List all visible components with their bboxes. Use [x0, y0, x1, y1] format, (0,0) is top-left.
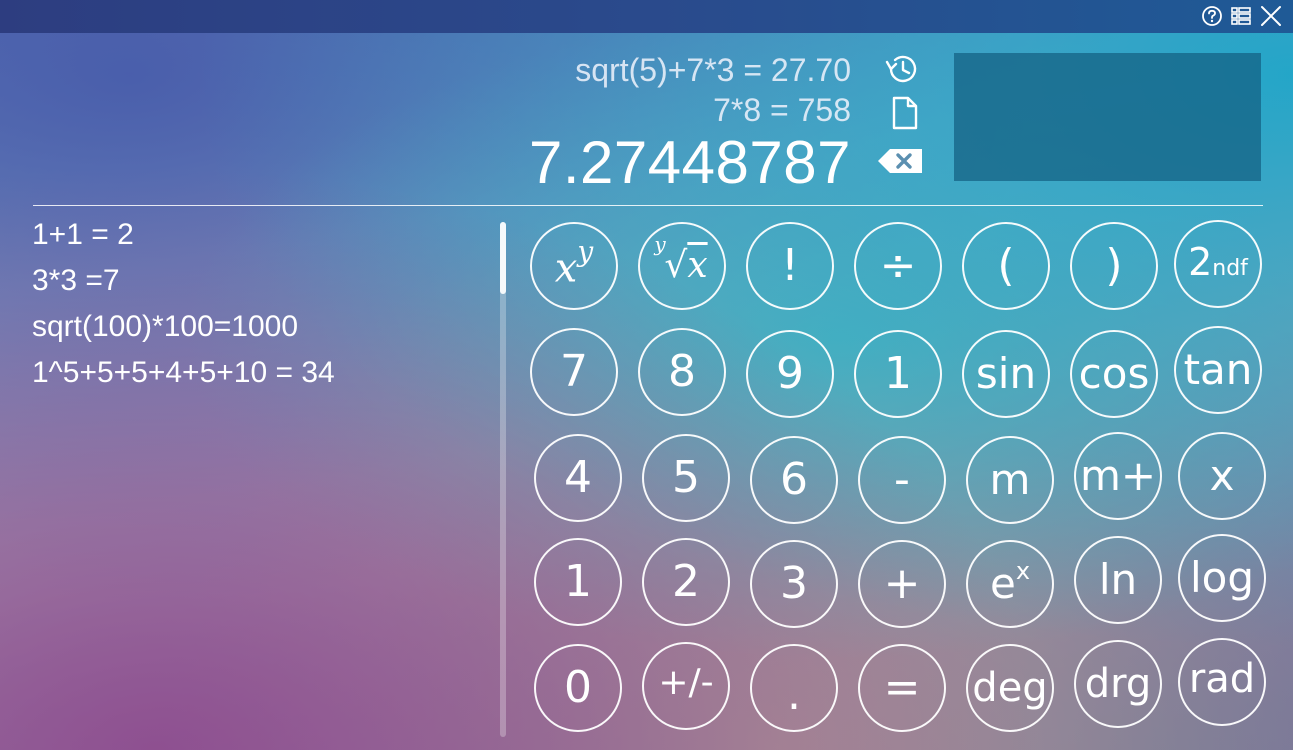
calculator-window: sqrt(5)+7*3 = 27.70 7*8 = 758 7.27448787… — [0, 0, 1293, 750]
close-icon[interactable] — [1260, 5, 1282, 27]
history-icon[interactable] — [884, 52, 922, 90]
key-memory[interactable]: m — [966, 436, 1054, 524]
key-drg[interactable]: drg — [1074, 640, 1162, 728]
key-plus-minus[interactable]: +/- — [642, 642, 730, 730]
key-6[interactable]: 6 — [750, 436, 838, 524]
key-degrees[interactable]: deg — [966, 644, 1054, 732]
history-line-1: sqrt(5)+7*3 = 27.70 — [575, 52, 851, 88]
key-power[interactable]: xy — [530, 222, 618, 310]
key-1-top[interactable]: 1 — [854, 330, 942, 418]
key-divide[interactable]: ÷ — [854, 222, 942, 310]
key-7[interactable]: 7 — [530, 328, 618, 416]
key-4[interactable]: 4 — [534, 434, 622, 522]
key-radians[interactable]: rad — [1178, 638, 1266, 726]
key-factorial[interactable]: ! — [746, 222, 834, 310]
key-ln[interactable]: ln — [1074, 536, 1162, 624]
backspace-icon[interactable] — [876, 145, 926, 181]
key-tan[interactable]: tan — [1174, 326, 1262, 414]
key-equals[interactable]: = — [858, 644, 946, 732]
key-cos[interactable]: cos — [1070, 330, 1158, 418]
calculation-tape: 1+1 = 2 3*3 =7 sqrt(100)*100=1000 1^5+5+… — [32, 212, 482, 396]
key-exponential[interactable]: ex — [966, 540, 1054, 628]
result-display: 7.27448787 — [529, 129, 851, 196]
key-decimal[interactable]: . — [750, 644, 838, 732]
display-divider — [33, 205, 1263, 206]
list-icon[interactable] — [1230, 5, 1252, 27]
key-1[interactable]: 1 — [534, 538, 622, 626]
key-minus[interactable]: - — [858, 436, 946, 524]
key-2[interactable]: 2 — [642, 538, 730, 626]
key-multiply[interactable]: x — [1178, 432, 1266, 520]
key-0[interactable]: 0 — [534, 644, 622, 732]
key-sin[interactable]: sin — [962, 330, 1050, 418]
key-log[interactable]: log — [1178, 534, 1266, 622]
key-plus[interactable]: + — [858, 540, 946, 628]
key-5[interactable]: 5 — [642, 434, 730, 522]
tape-scrollbar[interactable] — [500, 222, 506, 737]
key-second-function[interactable]: 2ndf — [1174, 220, 1262, 308]
key-9[interactable]: 9 — [746, 330, 834, 418]
key-nth-root[interactable]: y √x — [638, 222, 726, 310]
key-3[interactable]: 3 — [750, 540, 838, 628]
tape-item[interactable]: 3*3 =7 — [32, 258, 482, 304]
key-close-paren[interactable]: ) — [1070, 222, 1158, 310]
key-8[interactable]: 8 — [638, 328, 726, 416]
key-open-paren[interactable]: ( — [962, 222, 1050, 310]
history-line-2: 7*8 = 758 — [713, 92, 851, 128]
tape-item[interactable]: 1^5+5+5+4+5+10 = 34 — [32, 350, 482, 396]
document-icon[interactable] — [890, 96, 920, 134]
tape-item[interactable]: 1+1 = 2 — [32, 212, 482, 258]
key-memory-plus[interactable]: m+ — [1074, 432, 1162, 520]
scrollbar-thumb[interactable] — [500, 222, 506, 294]
help-icon[interactable] — [1201, 5, 1223, 27]
memory-panel — [954, 53, 1261, 181]
tape-item[interactable]: sqrt(100)*100=1000 — [32, 304, 482, 350]
title-bar — [0, 0, 1293, 33]
